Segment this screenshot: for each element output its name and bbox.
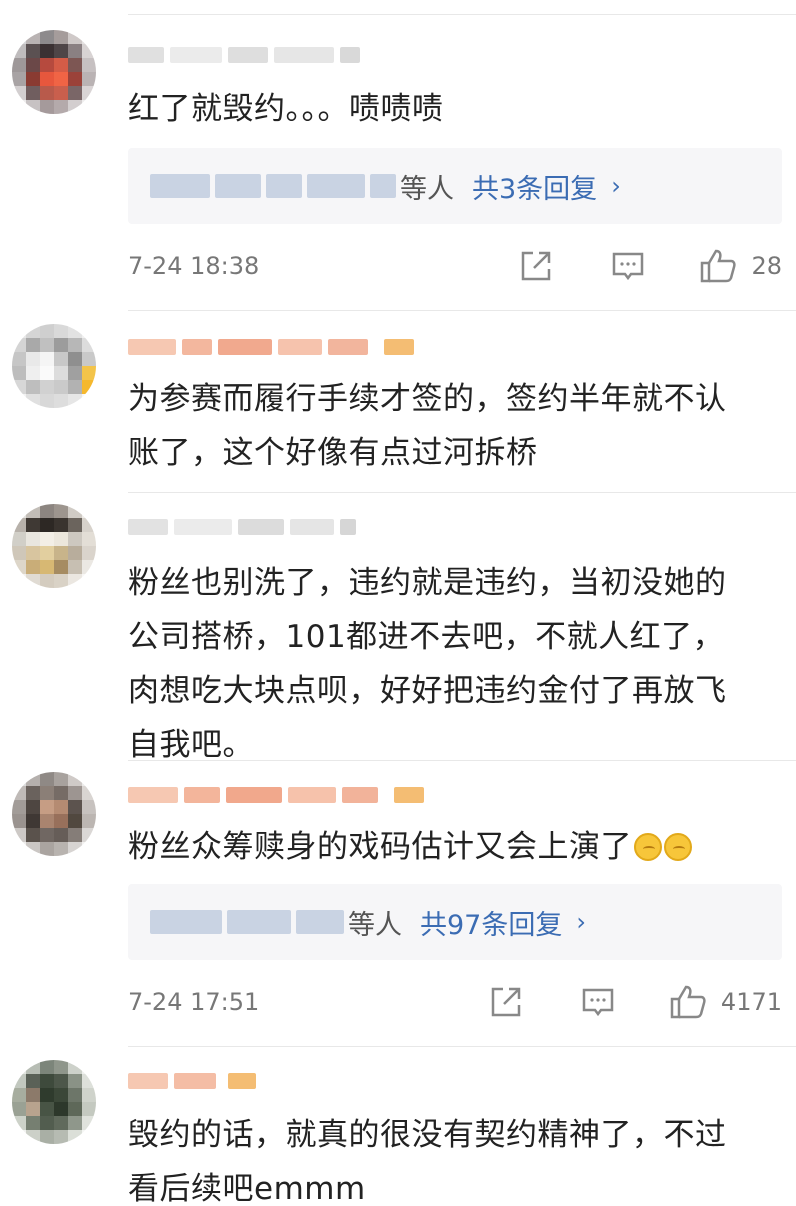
comment-text: 为参赛而履行手续才签的，签约半年就不认 账了，这个好像有点过河拆桥 — [128, 372, 782, 480]
comment-divider — [128, 310, 796, 311]
thumbs-up-icon — [670, 985, 706, 1019]
share-icon — [491, 987, 521, 1017]
top-divider — [128, 14, 796, 15]
username-blurred[interactable] — [128, 512, 356, 542]
reply-users-blurred — [150, 174, 396, 198]
avatar[interactable] — [12, 1060, 96, 1144]
thumbs-up-icon — [701, 249, 737, 283]
replies-count-link[interactable]: 共97条回复 — [420, 903, 562, 942]
chevron-right-icon: › — [576, 908, 586, 936]
replies-count-link[interactable]: 共3条回复 — [472, 167, 597, 206]
username-blurred[interactable] — [128, 40, 360, 70]
like-button[interactable]: 4171 — [669, 984, 782, 1020]
timestamp: 7-24 18:38 — [128, 252, 260, 280]
like-button[interactable]: 28 — [699, 248, 782, 284]
replies-preview[interactable]: 等人 共3条回复 › — [128, 148, 782, 224]
comment-text-line: 肉想吃大块点呗，好好把违约金付了再放飞 — [128, 673, 727, 709]
chevron-right-icon: › — [611, 172, 621, 200]
avatar[interactable] — [12, 504, 96, 588]
share-button[interactable] — [519, 249, 553, 283]
replies-suffix: 等人 — [400, 173, 454, 205]
username-blurred[interactable] — [128, 780, 424, 810]
comment-button[interactable] — [581, 985, 615, 1019]
action-bar: 28 — [519, 248, 782, 284]
comment-text-line: 毁约的话，就真的很没有契约精神了，不过 — [128, 1117, 727, 1153]
comment-text-line: 粉丝也别洗了，违约就是违约，当初没她的 — [128, 565, 727, 601]
reply-users-blurred — [150, 910, 344, 934]
comment-button[interactable] — [611, 249, 645, 283]
action-bar: 4171 — [489, 984, 782, 1020]
share-button[interactable] — [489, 985, 523, 1019]
comment-divider — [128, 760, 796, 761]
comment-text-line: 自我吧。 — [128, 727, 254, 763]
comment-icon — [613, 252, 644, 281]
replies-preview[interactable]: 等人 共97条回复 › — [128, 884, 782, 960]
comment-text-body: 粉丝众筹赎身的戏码估计又会上演了 — [128, 829, 632, 865]
comment-divider — [128, 1046, 796, 1047]
replies-suffix: 等人 — [348, 909, 402, 941]
comment-meta: 7-24 18:38 28 — [128, 246, 782, 286]
avatar[interactable] — [12, 30, 96, 114]
avatar[interactable] — [12, 324, 96, 408]
comment-text-line: 看后续吧emmm — [128, 1171, 366, 1206]
thinking-face-icon — [664, 833, 692, 861]
comment-text: 粉丝也别洗了，违约就是违约，当初没她的 公司搭桥，101都进不去吧，不就人红了，… — [128, 556, 782, 772]
comment-text: 粉丝众筹赎身的戏码估计又会上演了 — [128, 820, 782, 874]
like-count: 4171 — [720, 988, 782, 1016]
share-icon — [522, 251, 551, 281]
comment-text-line: 账了，这个好像有点过河拆桥 — [128, 435, 538, 471]
comment-divider — [128, 492, 796, 493]
comment-text: 毁约的话，就真的很没有契约精神了，不过 看后续吧emmm — [128, 1108, 782, 1206]
comment-text-line: 公司搭桥，101都进不去吧，不就人红了， — [128, 619, 725, 655]
comment-text: 红了就毁约。。。啧啧啧 — [128, 91, 444, 127]
username-blurred[interactable] — [128, 332, 414, 362]
username-blurred[interactable] — [128, 1066, 256, 1096]
comment-meta: 7-24 17:51 4171 — [128, 982, 782, 1022]
thinking-face-icon — [634, 833, 662, 861]
timestamp: 7-24 17:51 — [128, 988, 260, 1016]
comment-text-line: 为参赛而履行手续才签的，签约半年就不认 — [128, 381, 727, 417]
comment-icon — [582, 988, 614, 1017]
avatar[interactable] — [12, 772, 96, 856]
like-count: 28 — [751, 252, 782, 280]
